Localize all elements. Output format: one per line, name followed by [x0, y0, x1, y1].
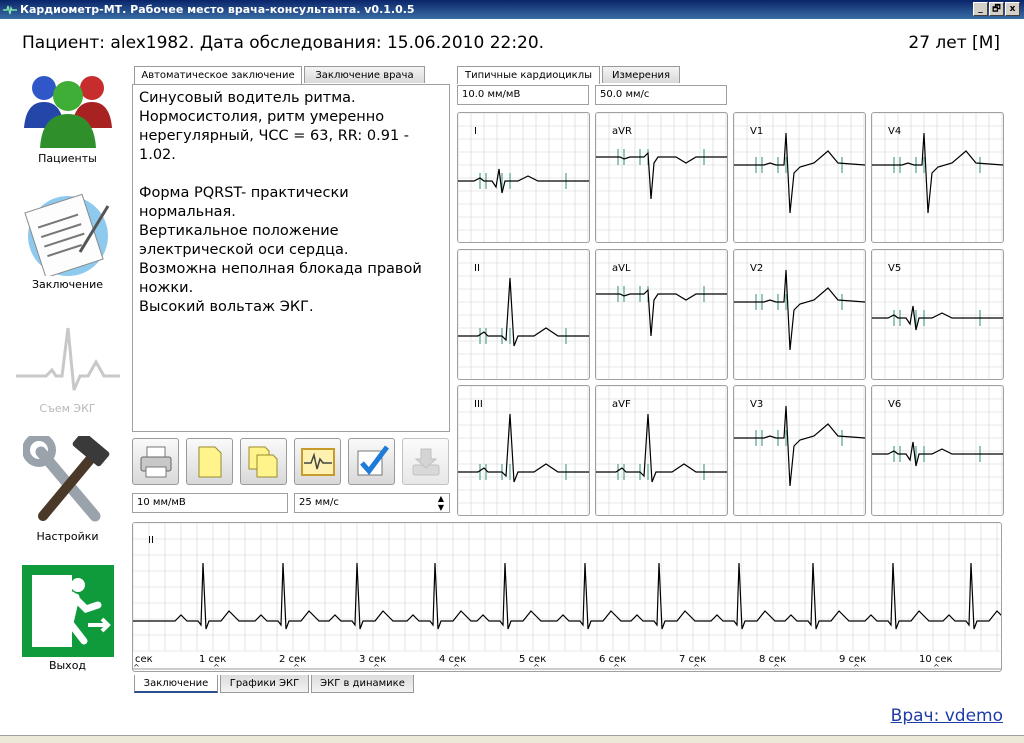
copy-documents-icon: [248, 446, 278, 478]
tab-bottom-conclusion[interactable]: Заключение: [134, 675, 218, 693]
rhythm-lead-label: II: [148, 535, 154, 546]
title-bar: Кардиометр-МТ. Рабочее место врача-консу…: [0, 0, 1024, 19]
printer-icon: [140, 446, 172, 478]
cycle-panel-v5: V5: [871, 249, 1004, 380]
time-tick-icon: ^: [293, 663, 300, 672]
close-button[interactable]: x: [1005, 2, 1020, 16]
cycle-lead-label: aVR: [612, 126, 632, 137]
nav-ecg-label: Съем ЭКГ: [39, 402, 96, 415]
cycle-lead-label: V1: [750, 126, 764, 137]
cycle-panel-v1: V1: [733, 112, 866, 243]
download-icon: [412, 448, 440, 476]
cycle-lead-label: III: [474, 399, 483, 410]
time-tick-icon: ^: [453, 663, 460, 672]
patient-age: 27 лет [М]: [908, 33, 1000, 53]
time-tick-icon: ^: [533, 663, 540, 672]
time-tick-icon: ^: [373, 663, 380, 672]
nav-exit-label: Выход: [48, 659, 87, 672]
exit-running-man-icon: [21, 565, 114, 657]
approve-checkbox-button[interactable]: [348, 438, 395, 485]
cycle-panel-avl: aVL: [595, 249, 728, 380]
tab-auto-conclusion[interactable]: Автоматическое заключение: [134, 66, 302, 84]
conclusion-notepad-icon: [23, 193, 109, 276]
cycle-panel-avr: aVR: [595, 112, 728, 243]
save-download-button[interactable]: [402, 438, 449, 485]
cycle-lead-label: II: [474, 263, 480, 274]
nav-ecg-recording[interactable]: Съем ЭКГ: [10, 320, 125, 415]
cycle-panel-v6: V6: [871, 385, 1004, 516]
time-tick-icon: ^: [133, 663, 140, 672]
cycle-panel-iii: III: [457, 385, 590, 516]
cycle-lead-label: V3: [750, 399, 764, 410]
time-tick-icon: ^: [773, 663, 780, 672]
speed-select-value: 25 мм/с: [299, 497, 339, 508]
cycle-lead-label: aVL: [612, 263, 631, 274]
cycle-panel-ii: II: [457, 249, 590, 380]
restore-button[interactable]: 🗗: [989, 2, 1004, 16]
tab-ecg-graphs[interactable]: Графики ЭКГ: [220, 675, 309, 693]
select-arrows-icon: ▲ ▼: [437, 494, 444, 512]
new-document-icon: [198, 446, 222, 478]
cycles-speed-field[interactable]: 50.0 мм/с: [595, 85, 727, 105]
cycle-lead-label: aVF: [612, 399, 631, 410]
cycle-lead-label: V4: [888, 126, 902, 137]
conclusion-text: Синусовый водитель ритма. Нормосистолия,…: [139, 90, 422, 315]
tab-ecg-dynamics[interactable]: ЭКГ в динамике: [311, 675, 414, 693]
tab-typical-cycles[interactable]: Типичные кардиоциклы: [457, 66, 600, 84]
window-title: Кардиометр-МТ. Рабочее место врача-консу…: [20, 3, 415, 16]
cycle-lead-label: I: [474, 126, 477, 137]
doctor-link[interactable]: Врач: vdemo: [891, 706, 1003, 726]
cycle-trace-i: [458, 113, 589, 242]
speed-select[interactable]: 25 мм/с ▲ ▼: [294, 493, 450, 513]
nav-conclusion-label: Заключение: [31, 278, 104, 291]
print-button[interactable]: [132, 438, 179, 485]
nav-patients-label: Пациенты: [38, 152, 97, 165]
minimize-button[interactable]: _: [973, 2, 988, 16]
nav-exit[interactable]: Выход: [10, 565, 125, 672]
nav-conclusion[interactable]: Заключение: [10, 190, 125, 291]
rhythm-strip-panel: II сек ^ 1 сек ^ 2 сек ^ 3 сек ^ 4 сек ^ 5 сек ^ 6 с…: [132, 522, 1009, 672]
cycle-lead-label: V5: [888, 263, 902, 274]
cycle-panel-avf: aVF: [595, 385, 728, 516]
rhythm-strip-trace: [132, 522, 1009, 670]
conclusion-text-area[interactable]: Синусовый водитель ритма. Нормосистолия,…: [132, 84, 450, 432]
time-tick-icon: ^: [213, 663, 220, 672]
nav-settings[interactable]: Настройки: [10, 436, 125, 543]
time-tick-icon: ^: [613, 663, 620, 672]
amplitude-field[interactable]: 10 мм/мВ: [132, 493, 288, 513]
time-tick-icon: ^: [693, 663, 700, 672]
cycles-amplitude-field[interactable]: 10.0 мм/мВ: [457, 85, 589, 105]
nav-settings-label: Настройки: [36, 530, 99, 543]
checkbox-icon: [357, 445, 389, 476]
new-document-button[interactable]: [186, 438, 233, 485]
cycle-panel-v4: V4: [871, 112, 1004, 243]
tab-measurements[interactable]: Измерения: [602, 66, 680, 83]
ecg-wave-icon: [15, 327, 120, 391]
copy-documents-button[interactable]: [240, 438, 287, 485]
ecg-report-button[interactable]: [294, 438, 341, 485]
app-heart-icon: [3, 5, 17, 15]
cycle-lead-label: V6: [888, 399, 902, 410]
patient-info: Пациент: alex1982. Дата обследования: 15…: [22, 33, 545, 53]
patients-icon: [23, 76, 112, 148]
ecg-report-icon: [301, 448, 335, 476]
tab-doctor-conclusion[interactable]: Заключение врача: [304, 66, 425, 83]
cycle-panel-v3: V3: [733, 385, 866, 516]
cycle-lead-label: V2: [750, 263, 764, 274]
cycle-panel-v2: V2: [733, 249, 866, 380]
time-tick-icon: ^: [933, 663, 940, 672]
time-tick-icon: ^: [853, 663, 860, 672]
settings-tools-icon: [22, 436, 109, 522]
nav-patients[interactable]: Пациенты: [10, 66, 125, 165]
cycle-panel-i: I: [457, 112, 590, 243]
